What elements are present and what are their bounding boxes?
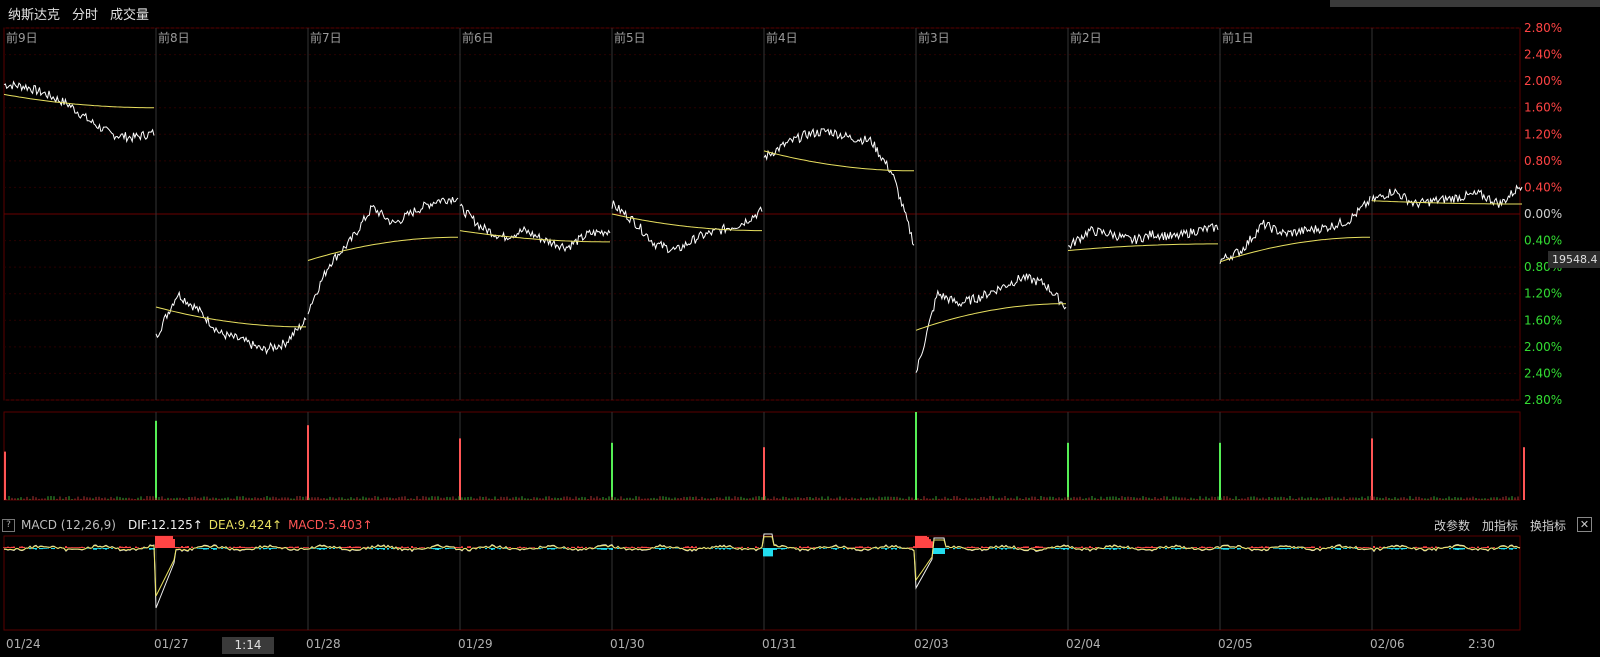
avg-line [3, 93, 154, 109]
y-tick-label: 2.40% [1524, 48, 1562, 62]
day-label: 前1日 [1222, 30, 1254, 45]
day-label: 前4日 [766, 30, 798, 45]
macd-panel-frame [3, 535, 1521, 631]
header-scroll-track [1330, 0, 1600, 7]
x-tick-label: 02/05 [1218, 637, 1253, 651]
dif-label: DIF:12.125↑ [127, 518, 203, 532]
change-params-button[interactable]: 改参数 [1434, 517, 1470, 534]
day-label: 前3日 [918, 30, 950, 45]
y-tick-label: 0.40% [1524, 180, 1562, 194]
x-tick-label: 01/30 [610, 637, 645, 651]
y-tick-label: 2.00% [1524, 340, 1562, 354]
price-readout: 19548.4 [1548, 251, 1600, 268]
index-title: 纳斯达克 [8, 7, 61, 23]
price-line [307, 196, 459, 315]
price-line [3, 80, 155, 144]
close-icon[interactable]: ✕ [1577, 517, 1592, 532]
tab-volume[interactable]: 成交量 [110, 4, 149, 23]
x-tick-label: 02/03 [914, 637, 949, 651]
x-tick-label: 01/24 [6, 637, 41, 651]
x-tick-label: 01/31 [762, 637, 797, 651]
x-tick-label: 01/27 [154, 637, 189, 651]
price-line [155, 290, 307, 355]
x-tick-label: 02/04 [1066, 637, 1101, 651]
x-tick-label: 01/29 [458, 637, 493, 651]
switch-indicator-button[interactable]: 换指标 [1530, 517, 1566, 534]
chart-header: 纳斯达克 分时 成交量 [0, 0, 568, 26]
macd-value-label: MACD:5.403↑ [288, 518, 373, 532]
y-tick-label: 2.80% [1524, 21, 1562, 35]
x-tick-label: 02/06 [1370, 637, 1405, 651]
x-tick-label: 01/28 [306, 637, 341, 651]
dea-label: DEA:9.424↑ [208, 518, 283, 532]
avg-line [915, 303, 1066, 331]
chart-svg[interactable]: 2.80% 2.40% 2.00% 1.60% 1.20% 0.80% 0.40% 0.00%… [0, 0, 1600, 654]
macd-legend: ? MACD (12,26,9) DIF:12.125↑ DEA:9.424↑ … [2, 516, 373, 534]
price-line [1219, 196, 1371, 264]
y-tick-label: 1.60% [1524, 101, 1562, 115]
y-tick-label: 2.80% [1524, 393, 1562, 407]
macd-label: MACD (12,26,9) [21, 518, 116, 532]
avg-line [155, 306, 306, 328]
y-tick-label: 0.80% [1524, 154, 1562, 168]
y-tick-label: 2.40% [1524, 366, 1562, 380]
volume-panel-frame [3, 411, 1521, 501]
day-label: 前8日 [158, 30, 190, 45]
time-cursor-label: 1:14 [222, 637, 274, 654]
y-tick-label: 2.00% [1524, 74, 1562, 88]
help-icon[interactable]: ? [2, 518, 15, 532]
avg-line [1067, 243, 1218, 251]
chart-stage[interactable]: 2.80% 2.40% 2.00% 1.60% 1.20% 0.80% 0.40% 0.00%… [0, 0, 1600, 654]
day-label: 前5日 [614, 30, 646, 45]
y-tick-label: 0.40% [1524, 234, 1562, 248]
macd-actions: 改参数 加指标 换指标 [1434, 516, 1566, 534]
day-label: 前7日 [310, 30, 342, 45]
x-tick-label: 2:30 [1468, 637, 1495, 651]
y-tick-label: 1.20% [1524, 287, 1562, 301]
tab-timeshare[interactable]: 分时 [72, 4, 98, 23]
macd-dea-line [3, 536, 1521, 597]
day-label: 前9日 [6, 30, 38, 45]
price-line [459, 203, 611, 253]
y-tick-label: 1.20% [1524, 127, 1562, 141]
y-tick-label: 1.60% [1524, 313, 1562, 327]
day-label: 前6日 [462, 30, 494, 45]
add-indicator-button[interactable]: 加指标 [1482, 517, 1518, 534]
y-tick-label: 0.00% [1524, 207, 1562, 221]
day-label: 前2日 [1070, 30, 1102, 45]
